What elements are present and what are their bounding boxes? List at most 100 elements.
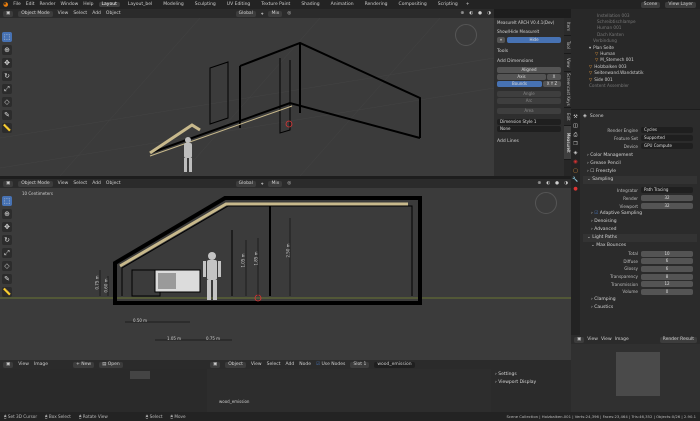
render-samples-field[interactable]: 32 xyxy=(641,195,693,201)
move-tool-icon[interactable]: ✥ xyxy=(2,58,12,68)
workspace-tab-compositing[interactable]: Compositing xyxy=(396,2,430,7)
menu-add[interactable]: Add xyxy=(92,11,101,16)
n-tab-item[interactable]: Item xyxy=(564,18,571,36)
node-menu-node[interactable]: Node xyxy=(299,362,311,367)
cursor-tool-icon[interactable]: ⊕ xyxy=(2,45,12,55)
object-tab-icon[interactable]: ▢ xyxy=(573,168,578,174)
view-layer-selector[interactable]: View Layer xyxy=(665,1,696,8)
node-editor-area[interactable]: wood_emission xyxy=(207,369,491,412)
shading-bottom-icon[interactable]: ● xyxy=(555,181,559,186)
modifier-tab-icon[interactable]: 🔧 xyxy=(572,177,578,183)
material-tab-icon[interactable]: ● xyxy=(573,186,577,192)
dimension-style-selector[interactable]: Dimension Style 1 xyxy=(497,119,561,125)
viewport-samples-field[interactable]: 32 xyxy=(641,203,693,209)
feature-set-selector[interactable]: Supported xyxy=(641,135,693,141)
menu-view[interactable]: View xyxy=(58,11,69,16)
scale-tool-bottom-icon[interactable]: ⤢ xyxy=(2,248,12,258)
mode-selector[interactable]: Object Mode xyxy=(18,10,53,17)
snap-bottom-icon[interactable]: ⌖ xyxy=(261,181,264,187)
open-image-button[interactable]: ▤ Open xyxy=(99,361,123,368)
scene-selector[interactable]: Scene xyxy=(640,1,661,8)
new-image-button[interactable]: + New xyxy=(73,361,95,368)
max-bounces-section[interactable]: ⌄ Max Bounces xyxy=(583,242,697,250)
bounce-volume-field[interactable]: 0 xyxy=(641,288,693,295)
n-tab-screencast[interactable]: Screencast Keys xyxy=(564,72,571,108)
cursor-tool-bottom-icon[interactable]: ⊕ xyxy=(2,209,12,219)
image-editor-type-icon[interactable]: ▣ xyxy=(574,336,585,343)
axis-value[interactable]: X xyxy=(547,74,561,80)
rotate-tool-icon[interactable]: ↻ xyxy=(2,71,12,81)
n-tab-view[interactable]: View xyxy=(564,54,571,72)
freestyle-section[interactable]: › ☐ Freestyle xyxy=(583,168,697,176)
editor-type-icon[interactable]: ▣ xyxy=(3,10,14,17)
shading-solid-icon[interactable]: ● xyxy=(478,11,482,16)
render-result-area[interactable] xyxy=(571,344,700,412)
tool-tab-icon[interactable]: ⚒ xyxy=(573,114,577,120)
menu-help[interactable]: Help xyxy=(83,2,93,7)
area-button[interactable]: Area xyxy=(497,108,561,114)
snap-icon[interactable]: ⌖ xyxy=(261,11,264,17)
bounce-glossy-field[interactable]: 6 xyxy=(641,265,693,272)
image-editor-icon[interactable]: ▣ xyxy=(3,361,14,368)
editor-type-bottom-icon[interactable]: ▣ xyxy=(3,180,14,187)
add-workspace-icon[interactable]: + xyxy=(466,2,470,7)
gizmo-icon[interactable]: ⊕ xyxy=(460,11,464,16)
bounds-button[interactable]: Bounds xyxy=(497,81,542,87)
bounce-total-field[interactable]: 10 xyxy=(641,250,693,257)
pivot-selector[interactable]: Mix xyxy=(268,10,283,17)
workspace-tab-layout[interactable]: Layout xyxy=(98,2,120,7)
scale-tool-icon[interactable]: ⤢ xyxy=(2,84,12,94)
viewport-top[interactable]: ⬚ ⊕ ✥ ↻ ⤢ ◇ ✎ 📏 xyxy=(0,18,494,176)
viewport-bottom[interactable]: 10 Centimeters 0.75 m 0.60 m 1.05 m 1.85… xyxy=(0,188,571,360)
workspace-tab-rendering[interactable]: Rendering xyxy=(362,2,391,7)
denoising-section[interactable]: › Denoising xyxy=(583,218,697,226)
rotate-tool-bottom-icon[interactable]: ↻ xyxy=(2,235,12,245)
caustics-section[interactable]: › Caustics xyxy=(583,304,697,312)
workspace-tab-layout-bel[interactable]: Layout_bel xyxy=(125,2,155,7)
workspace-tab-animation[interactable]: Animation xyxy=(328,2,357,7)
proportional-icon[interactable]: ◎ xyxy=(287,11,291,16)
sampling-section[interactable]: ⌄ Sampling xyxy=(583,176,697,184)
select-tool-bottom-icon[interactable]: ⬚ xyxy=(2,196,12,206)
world-tab-icon[interactable]: ◉ xyxy=(573,159,577,165)
render-tab-icon[interactable]: ◫ xyxy=(573,123,578,129)
image-menu-image[interactable]: Image xyxy=(34,362,48,367)
hide-button[interactable]: Hide xyxy=(507,37,561,43)
node-menu-view[interactable]: View xyxy=(251,362,262,367)
angle-button[interactable]: Angle xyxy=(497,91,561,97)
overlay-bottom-icon[interactable]: ◐ xyxy=(546,181,550,186)
render-menu-view-2[interactable]: View xyxy=(601,337,612,342)
render-result-selector[interactable]: Render Result xyxy=(659,336,697,343)
gizmo-bottom-icon[interactable]: ⊕ xyxy=(537,181,541,186)
menu-select-bottom[interactable]: Select xyxy=(73,181,87,186)
bounce-transparency-field[interactable]: 8 xyxy=(641,273,693,280)
orientation-selector[interactable]: Global xyxy=(235,10,256,17)
n-tab-tool[interactable]: Tool xyxy=(564,36,571,54)
render-menu-view[interactable]: View xyxy=(587,337,598,342)
annotate-tool-bottom-icon[interactable]: ✎ xyxy=(2,274,12,284)
annotate-tool-icon[interactable]: ✎ xyxy=(2,110,12,120)
select-tool-icon[interactable]: ⬚ xyxy=(2,32,12,42)
nav-gizmo-top[interactable] xyxy=(455,24,477,46)
output-tab-icon[interactable]: ⎙ xyxy=(573,132,577,138)
use-nodes-toggle[interactable]: ☑ Use Nodes xyxy=(316,362,345,367)
pivot-selector-bottom[interactable]: Mix xyxy=(268,180,283,187)
menu-view-bottom[interactable]: View xyxy=(58,181,69,186)
menu-edit[interactable]: Edit xyxy=(26,2,35,7)
slot-selector[interactable]: Slot 1 xyxy=(350,361,370,368)
none-selector[interactable]: None xyxy=(497,126,561,132)
workspace-tab-sculpting[interactable]: Sculpting xyxy=(192,2,219,7)
material-selector[interactable]: wood_emission xyxy=(374,361,415,368)
nav-gizmo-bottom[interactable] xyxy=(535,192,557,214)
settings-section[interactable]: › Settings xyxy=(495,371,567,379)
scene-tab-icon[interactable]: ◈ xyxy=(574,150,578,156)
pause-icon[interactable]: ⏸ xyxy=(497,37,505,43)
render-engine-selector[interactable]: Cycles xyxy=(641,127,693,133)
menu-select[interactable]: Select xyxy=(73,11,87,16)
shading-material-icon[interactable]: ◑ xyxy=(487,11,491,16)
orientation-selector-bottom[interactable]: Global xyxy=(235,180,256,187)
workspace-tab-uv-editing[interactable]: UV Editing xyxy=(224,2,253,7)
image-menu-view[interactable]: View xyxy=(18,362,29,367)
adaptive-sampling-section[interactable]: › ☑ Adaptive Sampling xyxy=(583,210,697,218)
transform-tool-icon[interactable]: ◇ xyxy=(2,97,12,107)
